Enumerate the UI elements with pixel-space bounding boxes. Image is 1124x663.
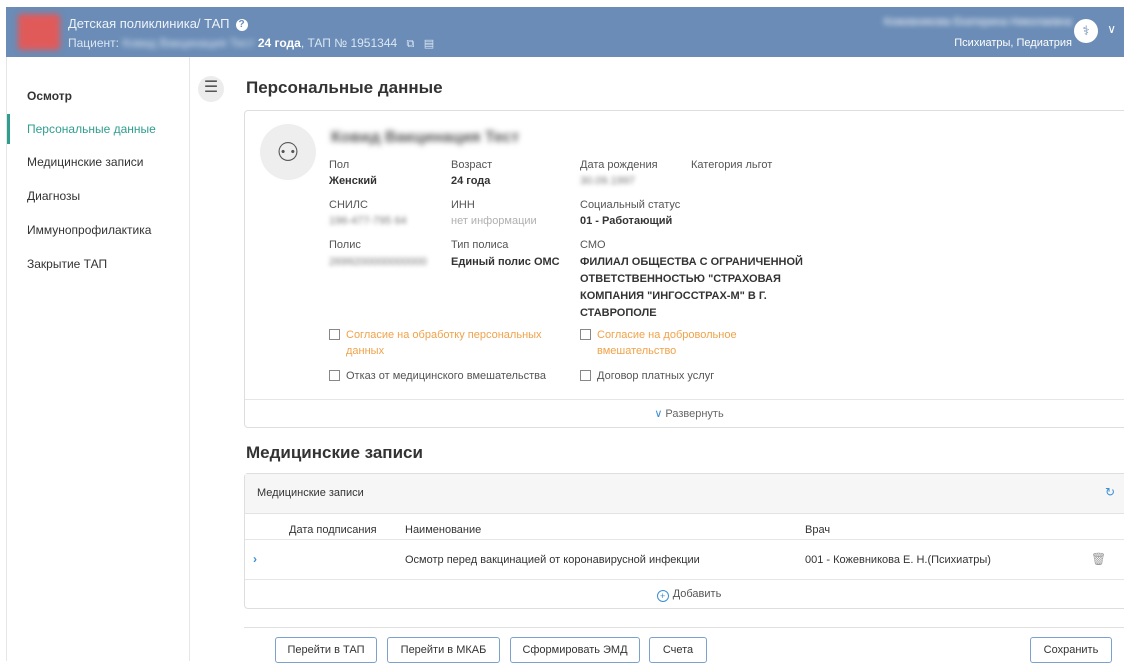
patient-name: Ковид Вакцинация Тест: [122, 36, 255, 50]
consent-personal-label: Согласие на обработку персональных данны…: [346, 329, 542, 357]
dob-label: Дата рождения: [580, 159, 658, 171]
policy-label: Полис: [329, 239, 361, 251]
breadcrumb: Детская поликлиника/ ТАП?: [68, 16, 248, 31]
sidebar-item-close-tap[interactable]: Закрытие ТАП: [7, 249, 191, 279]
policy-type-label: Тип полиса: [451, 239, 509, 251]
dob-value: 30.09.1997: [580, 175, 636, 187]
patient-full-name: Ковид Вакцинация Тест: [331, 129, 520, 146]
sidebar-item-diagnoses[interactable]: Диагнозы: [7, 181, 191, 211]
benefit-label: Категория льгот: [691, 159, 773, 171]
stethoscope-icon[interactable]: ⚕: [1074, 19, 1098, 43]
age-label: Возраст: [451, 159, 493, 171]
checkbox-box[interactable]: [329, 329, 340, 340]
sidebar-item-osmotr[interactable]: Осмотр: [7, 81, 191, 111]
user-role: Психиатры, Педиатрия: [954, 37, 1072, 49]
refusal-checkbox[interactable]: Отказ от медицинского вмешательства: [329, 368, 579, 384]
sidebar: Осмотр Персональные данные Медицинские з…: [6, 57, 190, 661]
logo: [18, 14, 60, 50]
checkbox-box[interactable]: [329, 370, 340, 381]
sidebar-item-immunoprophylaxis[interactable]: Иммунопрофилактика: [7, 215, 191, 245]
go-to-tap-button[interactable]: Перейти в ТАП: [275, 637, 377, 663]
go-to-mkab-button[interactable]: Перейти в МКАБ: [387, 637, 500, 663]
menu-toggle-icon[interactable]: ☰: [198, 76, 224, 102]
record-name[interactable]: Осмотр перед вакцинацией от коронавирусн…: [405, 554, 700, 566]
app-header: Детская поликлиника/ ТАП? Пациент: Ковид…: [6, 7, 1124, 57]
column-header-date[interactable]: Дата подписания: [289, 524, 377, 536]
patient-info: Пациент: Ковид Вакцинация Тест 24 года, …: [68, 36, 434, 51]
add-record-button[interactable]: + Добавить: [245, 588, 1124, 602]
user-avatar-icon: ⚇: [260, 124, 316, 180]
smo-label: СМО: [580, 239, 606, 251]
paid-contract-label: Договор платных услуг: [597, 370, 715, 382]
consent-voluntary-label: Согласие на добровольное вмешательство: [597, 329, 737, 357]
trash-icon[interactable]: 🗑: [1091, 552, 1106, 566]
age-value: 24 года: [451, 175, 491, 187]
section-title-personal: Персональные данные: [246, 78, 443, 97]
column-header-name[interactable]: Наименование: [405, 524, 481, 536]
help-icon[interactable]: ?: [235, 19, 248, 31]
expand-label: Развернуть: [665, 408, 724, 420]
inn-value: нет информации: [451, 215, 537, 227]
snils-value: 196-477-795 64: [329, 215, 407, 227]
external-link-icon[interactable]: ⧉: [407, 38, 415, 51]
record-doctor: 001 - Кожевникова Е. Н.(Психиатры): [805, 554, 991, 566]
save-button[interactable]: Сохранить: [1030, 637, 1112, 663]
social-status-label: Социальный статус: [580, 199, 681, 211]
policy-value: 2699200000000000: [329, 256, 427, 268]
personal-card: ⚇ Ковид Вакцинация Тест Пол Женский Возр…: [244, 110, 1124, 428]
records-panel-header: Медицинские записи ↻: [245, 474, 1124, 514]
inn-label: ИНН: [451, 199, 475, 211]
paid-contract-checkbox[interactable]: Договор платных услуг: [580, 368, 800, 384]
consent-personal-checkbox[interactable]: Согласие на обработку персональных данны…: [329, 327, 569, 359]
chevron-down-icon: ∨: [654, 408, 663, 420]
records-panel-title: Медицинские записи: [257, 487, 364, 499]
gender-value: Женский: [329, 175, 377, 187]
column-header-doctor[interactable]: Врач: [805, 524, 830, 536]
tap-number: , ТАП № 1951344: [300, 36, 398, 50]
footer-divider: [244, 627, 1124, 628]
invoices-button[interactable]: Счета: [649, 637, 707, 663]
records-card: Медицинские записи ↻ Дата подписания Наи…: [244, 473, 1124, 609]
document-icon[interactable]: ▤: [424, 37, 434, 50]
breadcrumb-title[interactable]: Детская поликлиника/ ТАП: [68, 16, 230, 31]
patient-label: Пациент:: [68, 36, 120, 50]
social-status-value: 01 - Работающий: [580, 215, 673, 227]
sidebar-item-medical-records[interactable]: Медицинские записи: [7, 147, 191, 177]
checkbox-box[interactable]: [580, 370, 591, 381]
user-name[interactable]: Кожевникова Екатерина Николаевна: [884, 16, 1072, 28]
patient-age: 24 года: [257, 36, 301, 50]
expand-toggle[interactable]: ∨ Развернуть: [245, 399, 1124, 428]
section-title-records: Медицинские записи: [246, 443, 423, 462]
divider: [245, 539, 1124, 540]
snils-label: СНИЛС: [329, 199, 368, 211]
smo-value: ФИЛИАЛ ОБЩЕСТВА С ОГРАНИЧЕННОЙ ОТВЕТСТВЕ…: [580, 256, 803, 319]
chevron-right-icon[interactable]: ›: [253, 552, 257, 566]
plus-circle-icon: +: [656, 590, 669, 602]
add-record-label: Добавить: [672, 588, 722, 600]
sidebar-item-personal-data[interactable]: Персональные данные: [7, 114, 191, 144]
refresh-icon[interactable]: ↻: [1105, 485, 1115, 499]
checkbox-box[interactable]: [580, 329, 591, 340]
generate-emd-button[interactable]: Сформировать ЭМД: [510, 637, 640, 663]
policy-type-value: Единый полис ОМС: [451, 256, 560, 268]
refusal-label: Отказ от медицинского вмешательства: [346, 370, 547, 382]
divider: [245, 579, 1124, 580]
consent-voluntary-checkbox[interactable]: Согласие на добровольное вмешательство: [580, 327, 780, 359]
gender-label: Пол: [329, 159, 350, 171]
chevron-down-icon[interactable]: ∨: [1107, 22, 1116, 36]
